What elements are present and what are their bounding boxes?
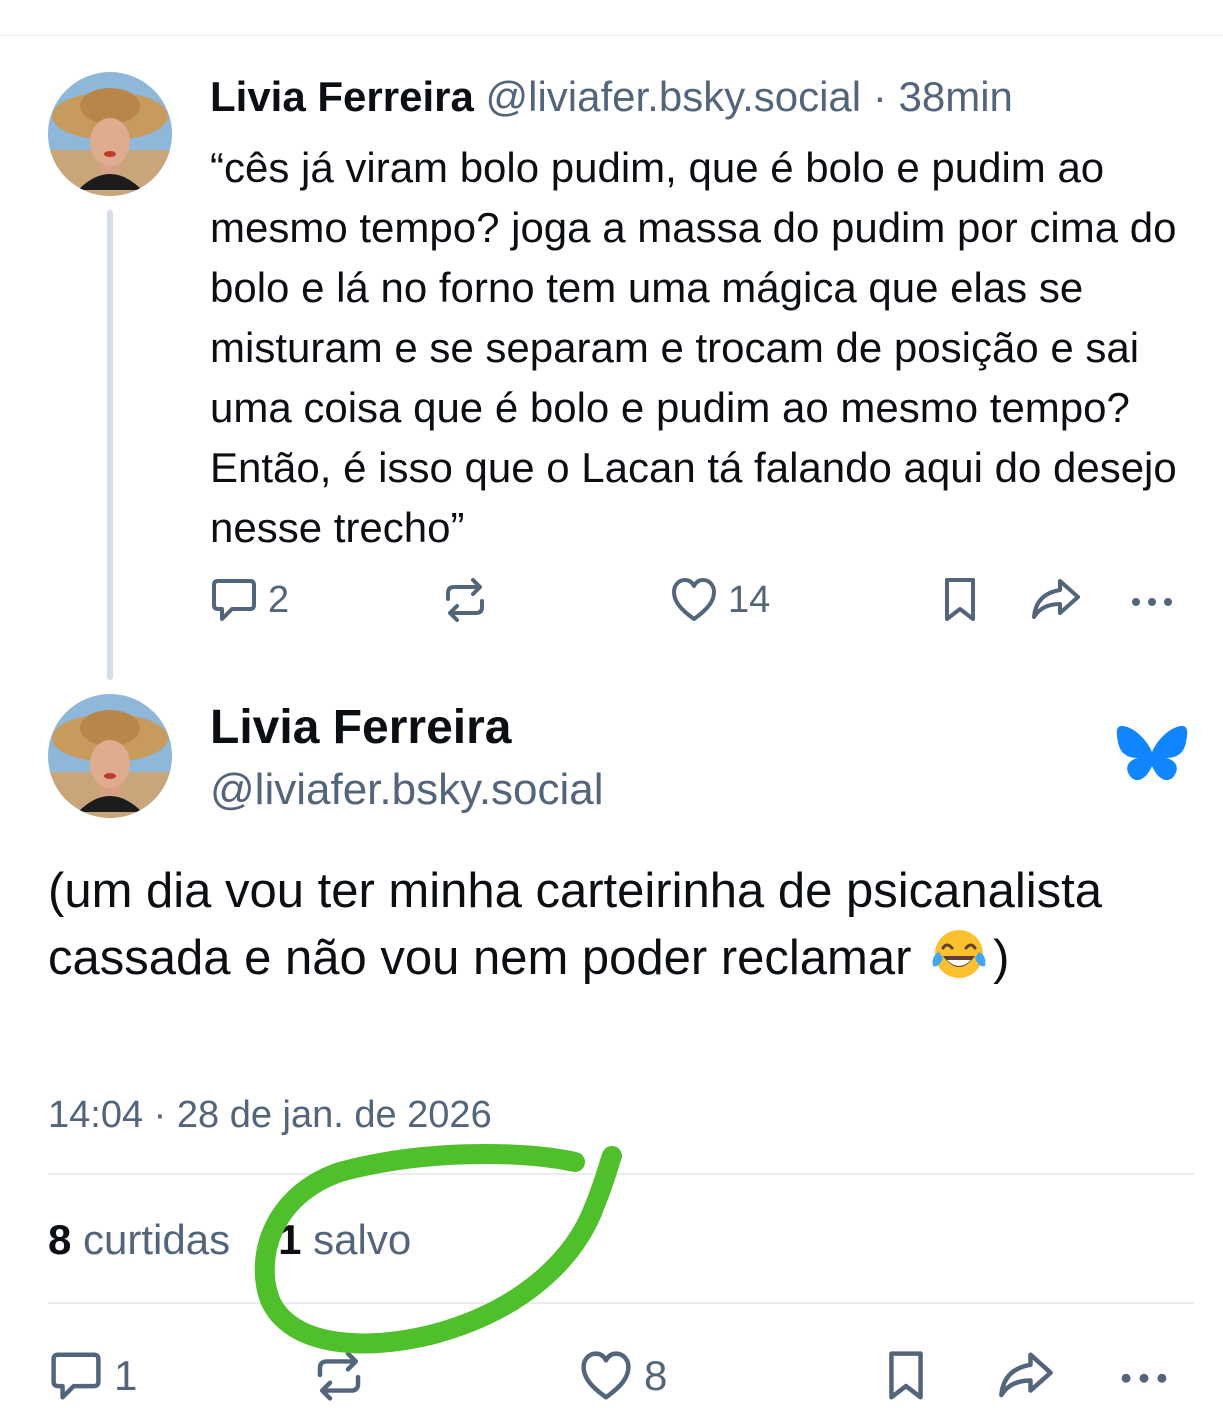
avatar[interactable] — [48, 72, 172, 196]
heart-icon — [672, 578, 716, 621]
bookmark-button[interactable] — [884, 1348, 928, 1404]
thread-line — [107, 210, 113, 680]
author-handle[interactable]: @liviafer.bsky.social — [210, 762, 604, 818]
post2-actions: 1 8 — [48, 1348, 1198, 1408]
author-handle[interactable]: @liviafer.bsky.social — [485, 73, 861, 120]
avatar[interactable] — [48, 694, 172, 818]
bookmark-icon — [945, 578, 975, 621]
reply-button[interactable]: 1 — [48, 1348, 137, 1404]
repost-arrows-icon — [446, 578, 484, 622]
divider — [48, 1173, 1194, 1175]
avatar-photo — [48, 694, 172, 818]
post1-actions: 2 14 — [210, 575, 1200, 635]
author-name[interactable]: Livia Ferreira — [210, 73, 474, 120]
more-options-button[interactable] — [1114, 1348, 1174, 1404]
post-time[interactable]: 38min — [898, 73, 1012, 120]
likes-stat[interactable]: 8 curtidas — [48, 1216, 230, 1263]
repost-button[interactable] — [442, 575, 488, 625]
repost-arrows-icon — [317, 1351, 361, 1401]
share-arrow-icon — [999, 1352, 1053, 1398]
author-name[interactable]: Livia Ferreira — [210, 698, 512, 758]
reply-count: 1 — [114, 1352, 138, 1399]
speech-bubble-icon — [212, 579, 256, 621]
post1-header: Livia Ferreira @liviafer.bsky.social · 3… — [210, 70, 1013, 124]
likes-label: curtidas — [83, 1216, 231, 1263]
share-arrow-icon — [1032, 579, 1080, 619]
likes-count: 8 — [48, 1216, 72, 1263]
share-button[interactable] — [996, 1348, 1056, 1404]
post2-text-end: ) — [993, 931, 1010, 985]
like-button[interactable]: 8 — [578, 1348, 667, 1404]
post1-text: “cês já viram bolo pudim, que é bolo e p… — [210, 144, 1177, 551]
like-button[interactable]: 14 — [670, 575, 770, 625]
speech-bubble-icon — [51, 1352, 101, 1400]
saves-count: 1 — [278, 1216, 302, 1263]
like-count: 8 — [644, 1352, 668, 1399]
post2-text: (um dia vou ter minha carteirinha de psi… — [48, 858, 1188, 1000]
saves-label: salvo — [313, 1216, 412, 1263]
heart-icon — [581, 1351, 631, 1400]
divider — [48, 1302, 1194, 1304]
avatar-photo — [48, 72, 172, 196]
bluesky-butterfly-icon — [1116, 726, 1188, 781]
reply-button[interactable]: 2 — [210, 575, 289, 625]
separator: · — [872, 73, 887, 120]
repost-button[interactable] — [312, 1348, 366, 1404]
ellipsis-icon — [1121, 1373, 1167, 1383]
like-count: 14 — [728, 578, 771, 621]
engagement-stats: 8 curtidas 1 salvo — [48, 1212, 411, 1268]
top-divider — [0, 35, 1223, 36]
face-with-tears-of-joy-emoji — [929, 926, 989, 1000]
bookmark-button[interactable] — [942, 575, 978, 625]
ellipsis-icon — [1132, 598, 1172, 606]
saves-stat[interactable]: 1 salvo — [278, 1216, 411, 1263]
bookmark-icon — [889, 1351, 923, 1400]
post-timestamp[interactable]: 14:04 · 28 de jan. de 2026 — [48, 1090, 492, 1140]
reply-count: 2 — [268, 578, 290, 621]
share-button[interactable] — [1030, 575, 1082, 625]
more-options-button[interactable] — [1128, 575, 1176, 625]
bluesky-logo — [1116, 722, 1188, 793]
